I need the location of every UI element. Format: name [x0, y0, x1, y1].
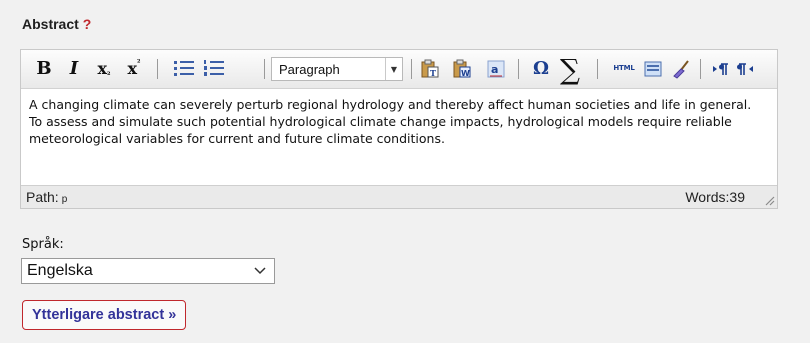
- bullet-list-button[interactable]: [171, 56, 197, 80]
- svg-text:T: T: [430, 68, 436, 78]
- bullet-list-icon: [174, 60, 194, 76]
- word-count: Words:39: [685, 189, 745, 205]
- language-select-value: Engelska: [27, 262, 93, 279]
- toolbar-separator: [157, 59, 158, 79]
- path-indicator: Path: p: [26, 189, 67, 205]
- html-icon: HTML: [613, 64, 635, 72]
- editor-content[interactable]: A changing climate can severely perturb …: [29, 96, 763, 147]
- cleanup-icon[interactable]: [671, 59, 691, 79]
- format-select[interactable]: Paragraph ▼: [271, 57, 403, 81]
- toolbar-separator: [700, 59, 701, 79]
- template-icon[interactable]: [643, 59, 663, 79]
- bold-button[interactable]: B: [33, 56, 55, 80]
- chevron-down-icon: ▼: [385, 58, 402, 80]
- editor-statusbar: Path: p Words:39: [21, 185, 777, 208]
- numbered-list-icon: [204, 60, 224, 76]
- numbered-list-button[interactable]: [201, 56, 227, 80]
- paste-text-icon[interactable]: T: [420, 59, 440, 79]
- subscript-button[interactable]: x₂: [91, 56, 117, 80]
- resize-grip-icon[interactable]: [763, 194, 775, 206]
- help-icon[interactable]: ?: [83, 16, 92, 32]
- sigma-icon[interactable]: ∑: [555, 53, 585, 86]
- subscript-label: x: [97, 58, 108, 78]
- path-label: Path:: [26, 189, 59, 205]
- svg-text:a: a: [491, 63, 498, 76]
- more-abstract-button[interactable]: Ytterligare abstract »: [22, 300, 187, 330]
- rich-text-editor: B I x₂ x² Paragraph ▼ T W a Ω ∑ HTML A c…: [20, 49, 778, 209]
- paste-word-icon[interactable]: W: [452, 59, 472, 79]
- superscript-button[interactable]: x²: [121, 56, 147, 80]
- omega-icon[interactable]: Ω: [531, 56, 551, 80]
- ltr-icon[interactable]: [711, 59, 731, 79]
- spellcheck-icon[interactable]: a: [486, 59, 506, 79]
- editor-toolbar: B I x₂ x² Paragraph ▼ T W a Ω ∑ HTML: [21, 50, 777, 89]
- rtl-icon[interactable]: [735, 59, 755, 79]
- italic-button[interactable]: I: [63, 56, 85, 80]
- abstract-label: Abstract: [22, 16, 79, 32]
- chevron-down-icon: [254, 267, 266, 275]
- toolbar-separator: [597, 59, 598, 79]
- superscript-label: x: [127, 58, 138, 78]
- toolbar-separator: [518, 59, 519, 79]
- toolbar-separator: [264, 59, 265, 79]
- svg-text:W: W: [461, 69, 470, 78]
- path-tag[interactable]: p: [62, 194, 68, 205]
- format-select-value: Paragraph: [279, 62, 340, 77]
- abstract-heading: Abstract?: [22, 16, 91, 32]
- toolbar-separator: [411, 59, 412, 79]
- language-label: Språk:: [22, 237, 64, 252]
- html-button[interactable]: HTML: [609, 56, 639, 80]
- language-select[interactable]: Engelska: [21, 258, 275, 284]
